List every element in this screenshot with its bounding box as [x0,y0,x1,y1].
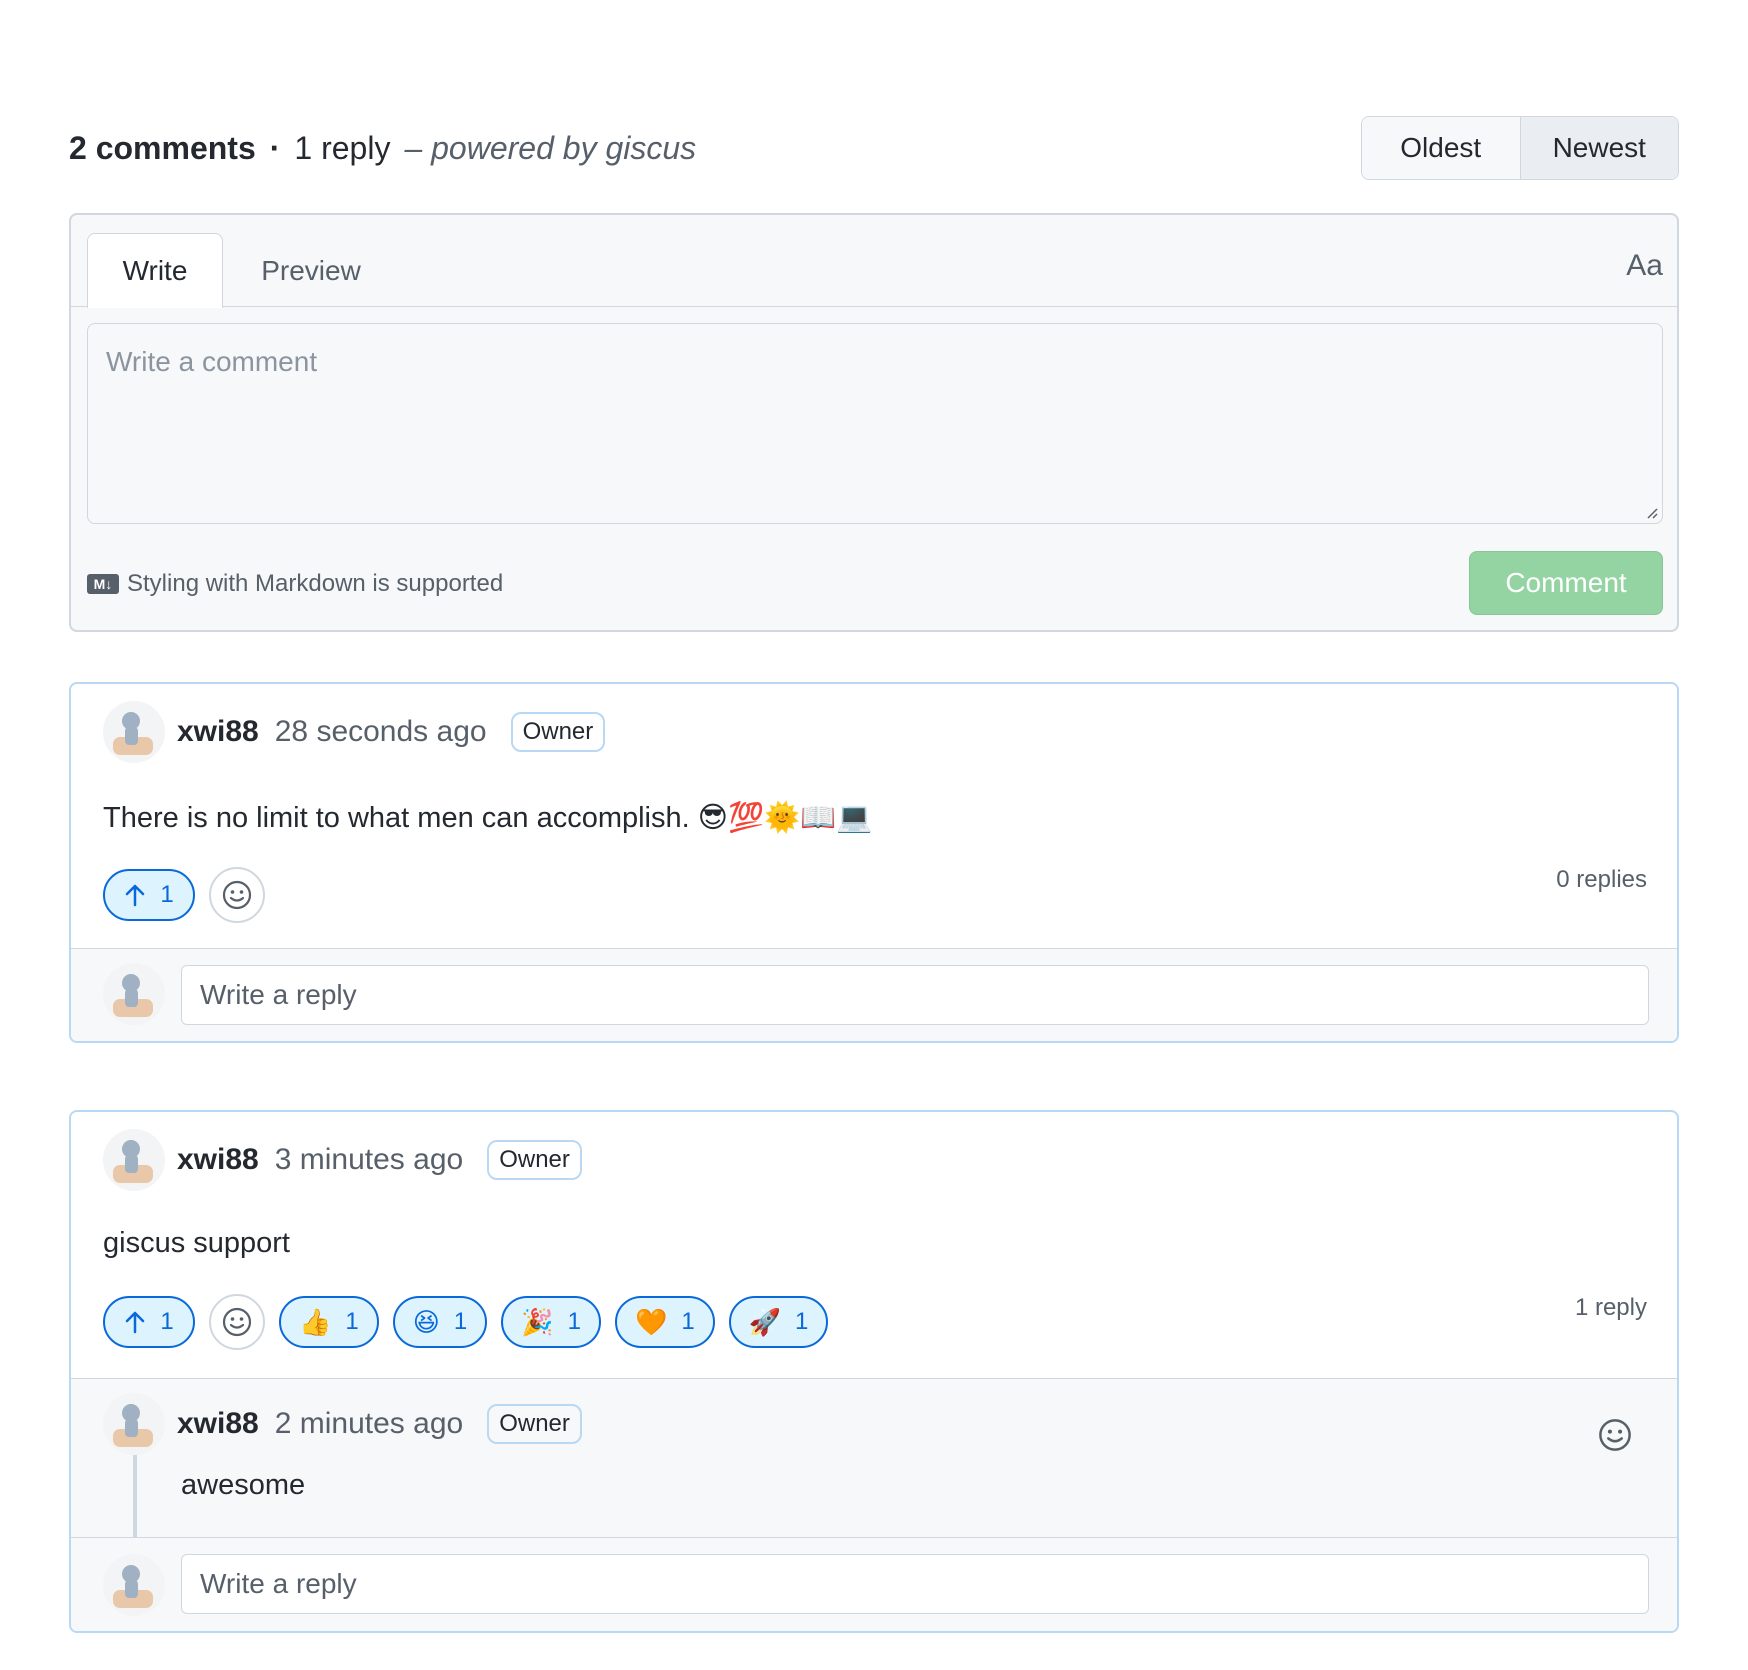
avatar[interactable] [103,963,165,1025]
markdown-note: M↓ Styling with Markdown is supported [87,570,503,598]
comment-editor: Write Preview Aa Write a comment M↓ Styl… [69,213,1679,632]
smiley-icon [222,1307,252,1337]
rocket-icon: 🚀 [748,1306,782,1337]
comment-textarea[interactable]: Write a comment [87,323,1663,524]
avatar[interactable] [103,701,165,763]
replies-count: 0 replies [1556,866,1647,893]
comment-placeholder: Write a comment [106,346,318,377]
owner-badge: Owner [510,712,606,752]
reaction-rocket[interactable]: 🚀 1 [728,1296,829,1348]
reaction-count: 1 [453,1308,468,1335]
reaction-bar: 1 👍 1 😆 1 🎉 1 🧡 1 🚀 1 [103,1294,829,1350]
reply-thread: xwi88 2 minutes ago Owner awesome [71,1378,1677,1538]
comments-header: 2 comments · 1 reply – powered by giscus Ol… [69,116,1679,182]
tab-preview[interactable]: Preview [241,233,381,308]
reply-area: Write a reply [71,948,1677,1041]
comment-body: There is no limit to what men can accomp… [103,802,873,834]
markdown-icon: M↓ [87,574,119,594]
thread-line [133,1449,137,1538]
comment-author[interactable]: xwi88 [177,715,259,749]
powered-by-link[interactable]: – powered by giscus [404,130,696,166]
reply-body: awesome [181,1469,306,1501]
sort-oldest-button[interactable]: Oldest [1362,117,1520,179]
reaction-count: 1 [567,1308,581,1335]
arrow-up-icon [126,884,145,907]
reply-placeholder: Write a reply [200,1568,357,1599]
comment-card: xwi88 28 seconds ago Owner There is no l… [69,682,1679,1043]
upvote-button[interactable]: 1 [103,869,195,921]
reaction-count: 1 [345,1308,359,1335]
font-toggle-button[interactable]: Aa [1626,249,1663,283]
avatar[interactable] [103,1554,165,1616]
editor-tabs: Write Preview Aa [71,215,1677,308]
reaction-heart[interactable]: 🧡 1 [614,1296,715,1348]
reaction-count: 1 [795,1308,809,1335]
replies-total: 1 reply [294,130,391,166]
comments-summary: 2 comments · 1 reply – powered by giscus [69,130,696,167]
owner-badge: Owner [487,1404,582,1444]
upvote-button[interactable]: 1 [103,1296,195,1348]
thumbs-up-icon: 👍 [299,1306,332,1337]
reply-area: Write a reply [71,1537,1677,1631]
comment-card: xwi88 3 minutes ago Owner giscus support… [69,1110,1679,1633]
sort-toggle: Oldest Newest [1361,116,1679,180]
add-reaction-button[interactable] [209,867,265,923]
upvote-count: 1 [160,1308,174,1335]
owner-badge: Owner [487,1140,582,1180]
reply-time[interactable]: 2 minutes ago [275,1407,463,1441]
tab-write[interactable]: Write [87,233,223,308]
sort-newest-button[interactable]: Newest [1519,117,1678,179]
markdown-note-text: Styling with Markdown is supported [127,570,504,597]
reaction-hooray[interactable]: 🎉 1 [501,1296,601,1348]
laugh-icon: 😆 [412,1306,440,1337]
arrow-up-icon [126,1311,145,1334]
reply-input[interactable]: Write a reply [181,1554,1649,1614]
reply-author[interactable]: xwi88 [177,1407,259,1441]
avatar[interactable] [103,1129,165,1191]
comment-time[interactable]: 28 seconds ago [275,715,487,749]
heart-icon: 🧡 [634,1306,668,1337]
reaction-count: 1 [681,1308,695,1335]
reaction-laugh[interactable]: 😆 1 [392,1296,488,1348]
reaction-bar: 1 [103,867,265,923]
replies-count: 1 reply [1574,1294,1647,1321]
upvote-count: 1 [160,881,174,908]
resize-grip-icon[interactable] [1644,505,1658,519]
reply-input[interactable]: Write a reply [181,965,1649,1025]
add-reaction-button[interactable] [209,1294,265,1350]
comment-author[interactable]: xwi88 [177,1143,259,1177]
comment-time[interactable]: 3 minutes ago [275,1143,463,1177]
reply-header: xwi88 2 minutes ago Owner [103,1393,582,1455]
reply-placeholder: Write a reply [200,979,357,1010]
submit-comment-button[interactable]: Comment [1469,551,1663,615]
smiley-icon[interactable] [1597,1417,1633,1453]
comment-body: giscus support [103,1227,290,1259]
comment-header: xwi88 3 minutes ago Owner [103,1129,582,1191]
avatar[interactable] [103,1393,165,1455]
smiley-icon [222,880,252,910]
comment-header: xwi88 28 seconds ago Owner [103,701,606,763]
reaction-thumbs-up[interactable]: 👍 1 [279,1296,379,1348]
summary-separator: · [269,130,281,166]
comments-count: 2 comments [69,130,256,166]
party-popper-icon: 🎉 [521,1306,554,1337]
